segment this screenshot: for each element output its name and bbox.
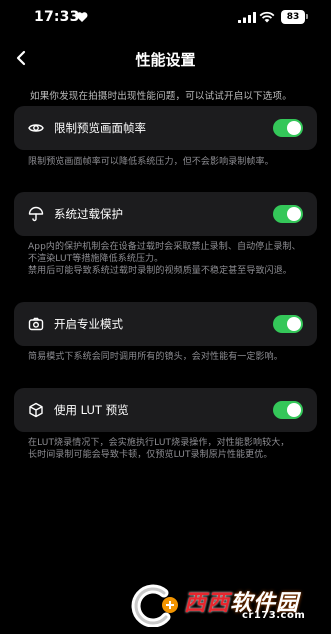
watermark-logo-icon	[131, 584, 178, 627]
battery-tip	[306, 14, 308, 19]
status-bar: 17:33 83	[0, 0, 331, 36]
toggle-limit-preview-framerate[interactable]	[273, 119, 303, 137]
heart-icon	[76, 12, 88, 22]
toggle-system-overload-protection[interactable]	[273, 205, 303, 223]
watermark-url: cr173.com	[242, 610, 306, 621]
description-line: 限制预览画面帧率可以降低系统压力，但不会影响录制帧率。	[28, 157, 274, 167]
umbrella-icon	[28, 206, 44, 222]
toggle-knob	[287, 207, 301, 221]
camera-icon	[28, 317, 44, 331]
toggle-lut-preview[interactable]	[273, 401, 303, 419]
description-line: 在LUT烧录情况下，会实施执行LUT烧录操作，对性能影响较大，	[28, 438, 290, 448]
setting-limit-preview-framerate[interactable]: 限制预览画面帧率	[14, 106, 317, 150]
page-title: 性能设置	[135, 51, 196, 69]
signal-icon	[238, 12, 256, 23]
site-watermark: 西西软件园 cr173.com	[124, 583, 316, 627]
toggle-knob	[287, 317, 301, 331]
description-line: 简易模式下系统会同时调用所有的镜头，会对性能有一定影响。	[28, 352, 283, 362]
eye-icon	[28, 124, 44, 132]
setting-description: 在LUT烧录情况下，会实施执行LUT烧录操作，对性能影响较大， 长时间录制可能会…	[28, 437, 318, 461]
toggle-knob	[287, 403, 301, 417]
setting-label: 系统过载保护	[54, 207, 123, 221]
setting-label: 使用 LUT 预览	[54, 403, 129, 417]
setting-pro-mode[interactable]: 开启专业模式	[14, 302, 317, 346]
setting-description: 简易模式下系统会同时调用所有的镜头，会对性能有一定影响。	[28, 351, 318, 363]
battery-indicator: 83	[281, 10, 305, 24]
watermark-brand-a: 西西	[184, 591, 231, 616]
back-button[interactable]	[10, 46, 34, 70]
description-line: 不渲染LUT等措施降低系统压力。	[28, 254, 164, 264]
setting-system-overload-protection[interactable]: 系统过载保护	[14, 192, 317, 236]
toggle-pro-mode[interactable]	[273, 315, 303, 333]
description-line: App内的保护机制会在设备过载时会采取禁止录制、自动停止录制、	[28, 242, 301, 252]
description-line: 长时间录制可能会导致卡顿，仅预览LUT录制原片性能更优。	[28, 450, 273, 460]
toggle-knob	[287, 121, 301, 135]
nav-bar: 性能设置	[0, 40, 331, 76]
status-time: 17:33	[34, 9, 80, 25]
wifi-icon	[259, 11, 275, 23]
cube-icon	[29, 402, 43, 418]
setting-lut-preview[interactable]: 使用 LUT 预览	[14, 388, 317, 432]
description-line: 禁用后可能导致系统过载时录制的视频质量不稳定甚至导致闪退。	[28, 266, 292, 276]
setting-description: 限制预览画面帧率可以降低系统压力，但不会影响录制帧率。	[28, 156, 318, 168]
setting-description: App内的保护机制会在设备过载时会采取禁止录制、自动停止录制、 不渲染LUT等措…	[28, 241, 318, 277]
setting-label: 开启专业模式	[54, 317, 123, 331]
intro-text: 如果你发现在拍摄时出现性能问题，可以试试开启以下选项。	[30, 91, 292, 102]
setting-label: 限制预览画面帧率	[54, 121, 146, 135]
